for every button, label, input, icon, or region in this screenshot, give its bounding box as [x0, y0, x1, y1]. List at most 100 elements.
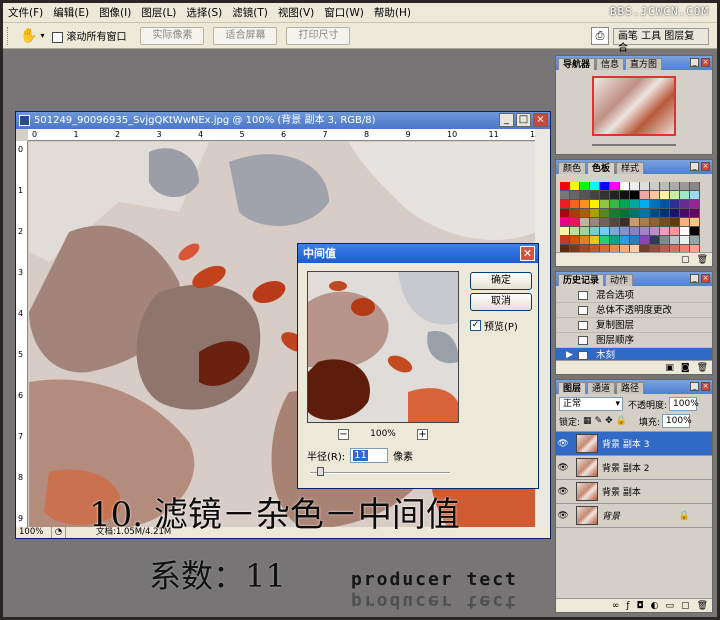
hand-tool-icon[interactable]: ✋	[20, 28, 37, 44]
swatch[interactable]	[640, 218, 650, 227]
tab-channels[interactable]: 通道	[587, 382, 616, 394]
panel-minimize-icon[interactable]: _	[690, 162, 699, 171]
swatch[interactable]	[630, 191, 640, 200]
tab-actions[interactable]: 动作	[605, 274, 634, 286]
toolbar-grip[interactable]	[7, 26, 10, 45]
document-titlebar[interactable]: 501249_90096935_SvjgQKtWwNEx.jpg @ 100% …	[16, 112, 550, 129]
swatch[interactable]	[650, 218, 660, 227]
menu-window[interactable]: 窗口(W)	[319, 3, 369, 23]
swatch[interactable]	[570, 218, 580, 227]
navigator-zoom-slider[interactable]	[592, 144, 676, 146]
history-item[interactable]: 混合选项	[556, 288, 712, 303]
swatch[interactable]	[650, 182, 660, 191]
swatch[interactable]	[580, 236, 590, 245]
swatch[interactable]	[650, 227, 660, 236]
swatch[interactable]	[610, 236, 620, 245]
panel-close-icon[interactable]: ×	[701, 162, 710, 171]
swatch[interactable]	[620, 200, 630, 209]
swatch[interactable]	[610, 200, 620, 209]
snapshot-icon[interactable]: ◙	[681, 363, 690, 373]
swatch[interactable]	[660, 227, 670, 236]
eye-icon[interactable]: 👁	[556, 511, 570, 521]
print-size-button[interactable]: 打印尺寸	[286, 26, 351, 45]
swatch[interactable]	[650, 209, 660, 218]
radius-input[interactable]: 11	[350, 448, 389, 463]
panel-minimize-icon[interactable]: _	[690, 274, 699, 283]
radius-slider[interactable]	[310, 467, 450, 476]
tool-preset-chevron-icon[interactable]: ▾	[40, 31, 44, 40]
swatch[interactable]	[600, 200, 610, 209]
eye-icon[interactable]: 👁	[556, 487, 570, 497]
scroll-all-checkbox[interactable]: 滚动所有窗口	[52, 28, 126, 43]
status-icon[interactable]: ◔	[52, 527, 66, 538]
swatch[interactable]	[620, 227, 630, 236]
layer-row-selected[interactable]: 👁 背景 副本 3	[556, 432, 712, 456]
swatch[interactable]	[600, 182, 610, 191]
swatch[interactable]	[660, 191, 670, 200]
swatch[interactable]	[680, 218, 690, 227]
swatch[interactable]	[690, 227, 700, 236]
file-browser-icon[interactable]: ⎙	[591, 27, 609, 45]
swatch[interactable]	[620, 209, 630, 218]
tab-navigator[interactable]: 导航器	[558, 58, 596, 70]
swatch[interactable]	[670, 191, 680, 200]
swatch[interactable]	[630, 182, 640, 191]
swatch[interactable]	[560, 182, 570, 191]
lock-position-icon[interactable]: ✥	[605, 416, 613, 426]
swatch[interactable]	[590, 227, 600, 236]
tab-swatches[interactable]: 色板	[587, 162, 616, 174]
layer-row[interactable]: 👁 背景 副本 2	[556, 456, 712, 480]
swatch[interactable]	[660, 209, 670, 218]
layer-style-icon[interactable]: ƒ	[626, 601, 629, 611]
menu-view[interactable]: 视图(V)	[273, 3, 319, 23]
opacity-input[interactable]: 100%	[669, 397, 699, 411]
swatch[interactable]	[630, 236, 640, 245]
swatch[interactable]	[580, 227, 590, 236]
eye-icon[interactable]: 👁	[556, 463, 570, 473]
minimize-icon[interactable]: _	[499, 113, 514, 127]
swatch[interactable]	[620, 236, 630, 245]
swatch[interactable]	[580, 218, 590, 227]
fill-input[interactable]: 100%	[661, 414, 692, 428]
swatch[interactable]	[640, 236, 650, 245]
fit-screen-button[interactable]: 适合屏幕	[213, 26, 278, 45]
menu-layer[interactable]: 图层(L)	[136, 3, 181, 23]
swatch[interactable]	[630, 200, 640, 209]
eye-icon[interactable]: 👁	[556, 439, 570, 449]
swatch[interactable]	[620, 182, 630, 191]
menu-edit[interactable]: 编辑(E)	[48, 3, 94, 23]
swatch[interactable]	[590, 182, 600, 191]
preview-toggle[interactable]: ✓ 预览(P)	[470, 318, 518, 333]
lock-all-icon[interactable]: 🔒	[616, 416, 627, 426]
swatch[interactable]	[630, 227, 640, 236]
navigator-thumbnail[interactable]	[592, 76, 676, 136]
history-item[interactable]: 复制图层	[556, 318, 712, 333]
swatch[interactable]	[650, 236, 660, 245]
swatch[interactable]	[600, 236, 610, 245]
swatch[interactable]	[620, 218, 630, 227]
swatch[interactable]	[590, 200, 600, 209]
swatch[interactable]	[670, 236, 680, 245]
zoom-level[interactable]: 100%	[16, 527, 52, 538]
swatch[interactable]	[670, 182, 680, 191]
tab-histogram[interactable]: 直方图	[625, 58, 663, 70]
swatch[interactable]	[610, 227, 620, 236]
preview-checkbox[interactable]: ✓	[470, 320, 481, 331]
swatch[interactable]	[650, 200, 660, 209]
swatch[interactable]	[570, 191, 580, 200]
swatch[interactable]	[570, 227, 580, 236]
history-item[interactable]: 图层顺序	[556, 333, 712, 348]
delete-layer-icon[interactable]: 🗑	[697, 601, 708, 611]
blend-mode-select[interactable]: 正常 ▾	[559, 397, 623, 411]
link-layers-icon[interactable]: ∞	[612, 601, 620, 611]
lock-transparency-icon[interactable]: ▦	[583, 416, 592, 426]
swatch[interactable]	[570, 182, 580, 191]
swatch[interactable]	[690, 182, 700, 191]
zoom-in-icon[interactable]: +	[416, 428, 428, 440]
swatch[interactable]	[610, 182, 620, 191]
tab-styles[interactable]: 样式	[616, 162, 645, 174]
swatch[interactable]	[560, 209, 570, 218]
swatch[interactable]	[610, 209, 620, 218]
new-swatch-icon[interactable]: ▢	[681, 255, 690, 265]
panel-close-icon[interactable]: ×	[701, 382, 710, 391]
